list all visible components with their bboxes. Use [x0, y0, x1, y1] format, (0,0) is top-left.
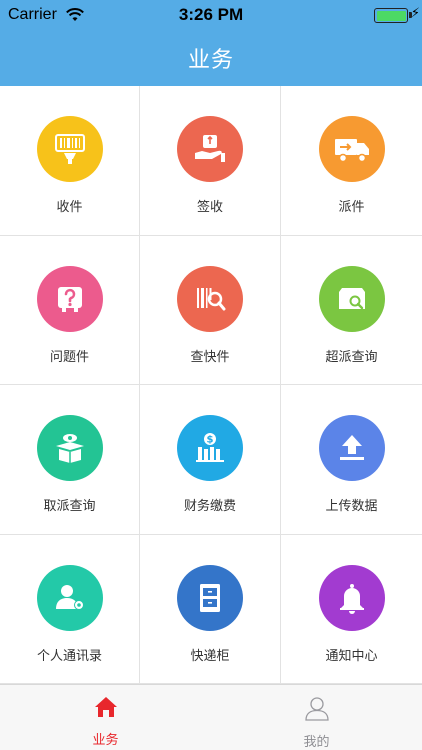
- grid-item-label: 上传数据: [325, 499, 378, 514]
- nav-bar: 业务: [0, 30, 422, 86]
- money-bars-icon: $: [177, 415, 243, 481]
- grid-item-label: 签收: [196, 200, 223, 215]
- clock: 3:26 PM: [178, 5, 244, 24]
- tab-label: 我的: [303, 735, 330, 750]
- open-box-eye-icon: [36, 415, 103, 481]
- cabinet-icon: [177, 564, 243, 631]
- grid-item-shangchuanshuju[interactable]: 上传数据: [281, 385, 422, 535]
- grid-item-label: 通知中心: [325, 648, 378, 664]
- grid-item-qianshou[interactable]: 签收: [140, 86, 281, 236]
- svg-text:$: $: [207, 435, 214, 446]
- upload-icon: [318, 415, 385, 481]
- bell-icon: [318, 564, 385, 631]
- grid-item-gerentongxunlu[interactable]: 个人通讯录: [0, 534, 140, 684]
- grid-item-label: 取派查询: [43, 499, 96, 514]
- grid-item-label: 问题件: [49, 349, 89, 365]
- grid-item-label: 查快件: [190, 349, 230, 365]
- delivery-truck-icon: [318, 116, 385, 182]
- barcode-search-icon: [177, 265, 243, 332]
- status-bar: Carrier 3:26 PM ⚡: [0, 0, 422, 30]
- grid-item-chaopaichaxun[interactable]: 超派查询: [281, 236, 422, 385]
- grid-item-label: 财务缴费: [183, 499, 236, 514]
- charging-icon: ⚡: [410, 6, 420, 21]
- grid-item-qupaichaxun[interactable]: 取派查询: [0, 385, 140, 535]
- page-title: 业务: [187, 48, 234, 73]
- grid-item-label: 超派查询: [325, 349, 378, 365]
- hand-package-icon: [177, 116, 243, 182]
- user-icon: [304, 695, 330, 725]
- business-grid: 收件 签收 派件 问题件 查快件 超派查询 取派查询 $ 财务缴费 上传数据 个…: [0, 86, 422, 684]
- tab-bar: 业务 我的: [0, 684, 422, 750]
- grid-item-label: 派件: [338, 200, 365, 215]
- grid-item-paijian[interactable]: 派件: [281, 86, 422, 236]
- grid-item-chakuaijian[interactable]: 查快件: [140, 235, 281, 385]
- grid-item-label: 快递柜: [190, 648, 230, 664]
- tab-mine[interactable]: 我的: [211, 685, 422, 750]
- battery-icon: [374, 8, 408, 23]
- box-search-icon: [318, 265, 385, 332]
- grid-item-label: 收件: [56, 200, 83, 215]
- home-icon: [93, 695, 119, 723]
- grid-item-wentijian[interactable]: 问题件: [0, 235, 140, 385]
- tab-label: 业务: [92, 733, 119, 748]
- grid-item-caiwujiaofei[interactable]: $ 财务缴费: [140, 385, 281, 535]
- grid-item-shoujian[interactable]: 收件: [0, 86, 140, 236]
- question-box-icon: [36, 265, 103, 332]
- grid-item-label: 个人通讯录: [36, 648, 102, 664]
- contact-gear-icon: [36, 564, 103, 631]
- tab-business[interactable]: 业务: [0, 685, 211, 750]
- barcode-scanner-icon: [36, 116, 103, 182]
- grid-item-tongzhizhongxin[interactable]: 通知中心: [281, 535, 422, 684]
- grid-item-kuaidigui[interactable]: 快递柜: [140, 534, 281, 684]
